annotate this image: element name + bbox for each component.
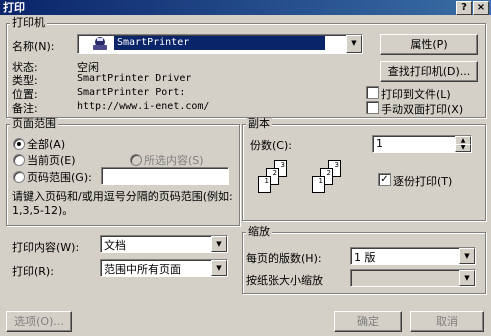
range-pages-radio[interactable] bbox=[13, 171, 25, 183]
location-value: SmartPrinter Port: bbox=[77, 87, 186, 98]
range-selection-label: 所选内容(S) bbox=[144, 154, 204, 167]
range-pages-label: 页码范围(G): bbox=[27, 171, 92, 184]
pages-per-sheet-value: 1 版 bbox=[354, 251, 376, 264]
range-current-radio[interactable] bbox=[13, 154, 25, 166]
window-title: 打印 bbox=[3, 1, 25, 14]
type-value: SmartPrinter Driver bbox=[77, 73, 192, 84]
options-button[interactable]: 选项(O)... bbox=[6, 311, 72, 332]
printer-name-label: 名称(N): bbox=[12, 40, 55, 53]
chevron-down-icon[interactable]: ▼ bbox=[459, 270, 475, 286]
printer-group-label: 打印机 bbox=[10, 16, 47, 29]
printer-name-value: SmartPrinter bbox=[114, 36, 325, 50]
chevron-down-icon[interactable]: ▼ bbox=[211, 236, 227, 252]
copies-count-value: 1 bbox=[376, 137, 383, 150]
scale-to-paper-label: 按纸张大小缩放 bbox=[246, 274, 323, 287]
range-all-label: 全部(A) bbox=[27, 138, 66, 151]
pages-per-sheet-label: 每页的版数(H): bbox=[246, 252, 322, 265]
page-range-group-label: 页面范围 bbox=[10, 117, 58, 130]
page-icon: 1 bbox=[258, 176, 271, 193]
cancel-button[interactable]: 取消 bbox=[410, 311, 484, 332]
ok-button[interactable]: 确定 bbox=[334, 311, 402, 332]
range-current-label: 当前页(E) bbox=[27, 154, 76, 167]
printer-icon bbox=[90, 36, 110, 52]
chevron-down-icon[interactable]: ▼ bbox=[346, 35, 362, 53]
collate-icon-right: 3 2 1 bbox=[308, 160, 348, 206]
collate-checkbox[interactable]: ✓ bbox=[378, 173, 391, 186]
print-what-label: 打印内容(W): bbox=[12, 241, 80, 254]
manual-duplex-checkbox[interactable] bbox=[366, 101, 379, 114]
properties-button[interactable]: 属性(P) bbox=[380, 34, 478, 55]
print-option-select[interactable]: 范围中所有页面 ▼ bbox=[100, 259, 228, 277]
chevron-down-icon[interactable]: ▼ bbox=[459, 248, 475, 264]
comment-value: http://www.i-enet.com/ bbox=[77, 101, 210, 112]
title-bar: 打印 ? × bbox=[0, 0, 491, 15]
print-option-label: 打印(R): bbox=[12, 265, 54, 278]
copies-count-spinner[interactable]: 1 ▲ ▼ bbox=[372, 135, 472, 153]
page-range-hint: 请键入页码和/或用逗号分隔的页码范围(例如: 1,3,5-12)。 bbox=[12, 190, 233, 217]
print-what-value: 文档 bbox=[104, 239, 126, 252]
spin-down-icon[interactable]: ▼ bbox=[455, 144, 471, 152]
pages-per-sheet-select[interactable]: 1 版 ▼ bbox=[350, 247, 476, 265]
manual-duplex-label: 手动双面打印(X) bbox=[381, 103, 464, 116]
print-to-file-label: 打印到文件(L) bbox=[381, 88, 451, 101]
range-selection-radio[interactable] bbox=[130, 154, 142, 166]
page-range-input[interactable] bbox=[101, 167, 229, 185]
copies-count-label: 份数(C): bbox=[250, 139, 292, 152]
close-button[interactable]: × bbox=[473, 1, 489, 15]
range-all-radio[interactable] bbox=[13, 138, 25, 150]
collate-icon-left: 3 2 1 bbox=[254, 160, 294, 206]
collate-label: 逐份打印(T) bbox=[393, 175, 453, 188]
print-option-value: 范围中所有页面 bbox=[104, 263, 181, 276]
comment-label: 备注: bbox=[12, 102, 38, 115]
find-printer-button[interactable]: 查找打印机(D)... bbox=[380, 61, 478, 82]
print-to-file-checkbox[interactable] bbox=[366, 86, 379, 99]
scale-to-paper-select[interactable]: ▼ bbox=[350, 269, 476, 287]
printer-name-select[interactable]: SmartPrinter ▼ bbox=[77, 34, 363, 54]
page-icon: 1 bbox=[312, 176, 325, 193]
help-button[interactable]: ? bbox=[456, 1, 472, 15]
zoom-group-label: 缩放 bbox=[246, 225, 272, 238]
print-what-select[interactable]: 文档 ▼ bbox=[100, 235, 228, 253]
copies-group-label: 副本 bbox=[246, 117, 272, 130]
chevron-down-icon[interactable]: ▼ bbox=[211, 260, 227, 276]
